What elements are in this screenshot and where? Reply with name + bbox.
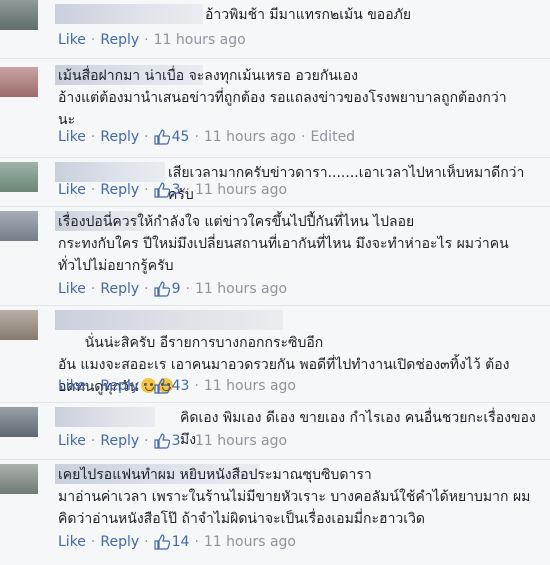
commenter-name-redacted[interactable] [55, 4, 203, 24]
like-link[interactable]: Like [58, 281, 86, 297]
comment-text: เม้นสื่อฝากมา น่าเบื่อ จะลงทุกเม้นเหรอ อ… [58, 68, 507, 128]
separator: · [90, 378, 96, 394]
separator: · [90, 129, 96, 145]
separator: · [144, 433, 149, 449]
avatar[interactable] [0, 310, 38, 340]
thumbs-up-icon[interactable] [154, 378, 170, 394]
separator: · [144, 281, 149, 297]
comment-actions: Like · Reply · 9 · 11 hours ago [58, 281, 287, 297]
separator: · [90, 534, 96, 550]
separator: · [185, 433, 190, 449]
comment-text: อ้าวพิมช้า มีมาแทรก๒เม้น ขออภัย [205, 7, 412, 23]
separator: · [144, 378, 149, 394]
separator: · [194, 378, 199, 394]
avatar[interactable] [0, 464, 38, 494]
separator: · [194, 129, 199, 145]
like-link[interactable]: Like [58, 534, 86, 550]
like-count[interactable]: 3 [172, 182, 181, 198]
edited-label[interactable]: Edited [310, 129, 355, 145]
comment-actions: Like · Reply · 3 · 11 hours ago [58, 433, 287, 449]
commenter-name-redacted[interactable] [55, 407, 155, 427]
separator: · [144, 129, 149, 145]
thumbs-up-icon[interactable] [154, 281, 170, 297]
comment-text: เรื่องปอนี่ควรให้กำลังใจ แต่ข่าวใครขึ้นไ… [58, 214, 509, 274]
separator: · [301, 129, 306, 145]
like-count[interactable]: 45 [172, 129, 190, 145]
separator: · [185, 182, 190, 198]
separator: · [90, 433, 96, 449]
comment: เสียเวลามากครับข่าวดารา.......เอาเวลาไปห… [0, 158, 550, 207]
reply-link[interactable]: Reply [100, 378, 139, 394]
separator: · [185, 281, 190, 297]
separator: · [194, 534, 199, 550]
comment-actions: Like · Reply · 11 hours ago [58, 32, 246, 48]
comment: เคยไปรอแฟนทำผม หยิบหนังสือประมาณซุบซิบดา… [0, 460, 550, 565]
like-count[interactable]: 9 [172, 281, 181, 297]
reply-link[interactable]: Reply [100, 182, 139, 198]
comment: เม้นสื่อฝากมา น่าเบื่อ จะลงทุกเม้นเหรอ อ… [0, 59, 550, 158]
avatar[interactable] [0, 0, 38, 30]
timestamp[interactable]: 11 hours ago [195, 433, 287, 449]
separator: · [90, 281, 96, 297]
thumbs-up-icon[interactable] [154, 129, 170, 145]
timestamp[interactable]: 11 hours ago [154, 32, 246, 48]
like-link[interactable]: Like [58, 32, 86, 48]
separator: · [90, 182, 96, 198]
separator: · [144, 182, 149, 198]
thumbs-up-icon[interactable] [154, 433, 170, 449]
avatar[interactable] [0, 162, 38, 192]
comment-actions: Like · Reply · 14 · 11 hours ago [58, 534, 296, 550]
like-link[interactable]: Like [58, 182, 86, 198]
like-count[interactable]: 14 [172, 534, 190, 550]
reply-link[interactable]: Reply [100, 129, 139, 145]
comment-thread: อ้าวพิมช้า มีมาแทรก๒เม้น ขออภัย Like · R… [0, 0, 550, 565]
like-link[interactable]: Like [58, 433, 86, 449]
timestamp[interactable]: 11 hours ago [204, 534, 296, 550]
comment-text: เคยไปรอแฟนทำผม หยิบหนังสือประมาณซุบซิบดา… [58, 467, 531, 527]
reply-link[interactable]: Reply [100, 433, 139, 449]
comment: เรื่องปอนี่ควรให้กำลังใจ แต่ข่าวใครขึ้นไ… [0, 207, 550, 306]
commenter-name-redacted[interactable] [55, 162, 165, 182]
separator: · [144, 32, 149, 48]
timestamp[interactable]: 11 hours ago [204, 378, 296, 394]
comment: นั่นน่ะสิครับ อีรายการบางกอกกระซิบอีก อั… [0, 306, 550, 403]
comment-actions: Like · Reply · 45 · 11 hours ago · Edite… [58, 129, 355, 145]
comment-actions: Like · Reply · 3 · 11 hours ago [58, 182, 287, 198]
avatar[interactable] [0, 211, 38, 241]
reply-link[interactable]: Reply [100, 281, 139, 297]
avatar[interactable] [0, 67, 38, 97]
timestamp[interactable]: 11 hours ago [195, 281, 287, 297]
like-link[interactable]: Like [58, 129, 86, 145]
separator: · [90, 32, 96, 48]
like-count[interactable]: 3 [172, 433, 181, 449]
comment: คิดเอง พิมเอง ดีเอง ขายเอง กำไรเอง คนอื่… [0, 403, 550, 460]
timestamp[interactable]: 11 hours ago [195, 182, 287, 198]
comment-actions: Like · Reply · 43 · 11 hours ago [58, 378, 296, 394]
thumbs-up-icon[interactable] [154, 182, 170, 198]
like-count[interactable]: 43 [172, 378, 190, 394]
thumbs-up-icon[interactable] [154, 534, 170, 550]
reply-link[interactable]: Reply [100, 534, 139, 550]
separator: · [144, 534, 149, 550]
comment: อ้าวพิมช้า มีมาแทรก๒เม้น ขออภัย Like · R… [0, 0, 550, 59]
timestamp[interactable]: 11 hours ago [204, 129, 296, 145]
reply-link[interactable]: Reply [100, 32, 139, 48]
avatar[interactable] [0, 407, 38, 437]
like-link[interactable]: Like [58, 378, 86, 394]
